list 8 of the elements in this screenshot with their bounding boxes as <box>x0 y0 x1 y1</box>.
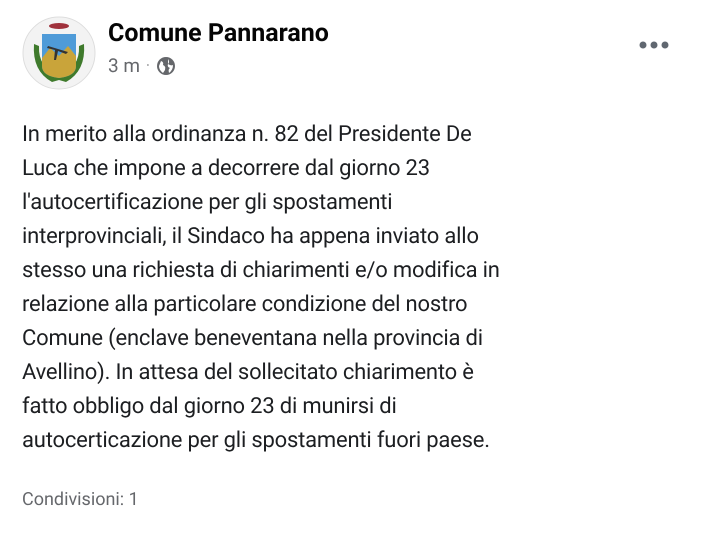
coat-of-arms-avatar[interactable] <box>22 16 96 90</box>
separator: · <box>146 56 150 76</box>
page-name[interactable]: Comune Pannarano <box>108 17 329 51</box>
share-count[interactable]: Condivisioni: 1 <box>22 486 139 513</box>
more-options-icon[interactable] <box>639 40 669 50</box>
post-text: In merito alla ordinanza n. 82 del Presidente De Luca che impone a decorrere dal giorno 23 l'autocertificazione per gli spostamenti interprovinciali, il Sindaco ha appena inviato allo stesso una richiesta di chiarimenti e/o modifica in relazione alla particolare condizione del nostro Comune (enclave beneventana nella provincia di Avellino). In attesa del sollecitato chiarimento è fatto obbligo dal giorno 23 di munirsi di autocerticazione per gli spostamenti fuori paese. <box>22 121 501 455</box>
globe-icon <box>156 56 176 76</box>
post-time[interactable]: 3 m <box>108 52 140 80</box>
